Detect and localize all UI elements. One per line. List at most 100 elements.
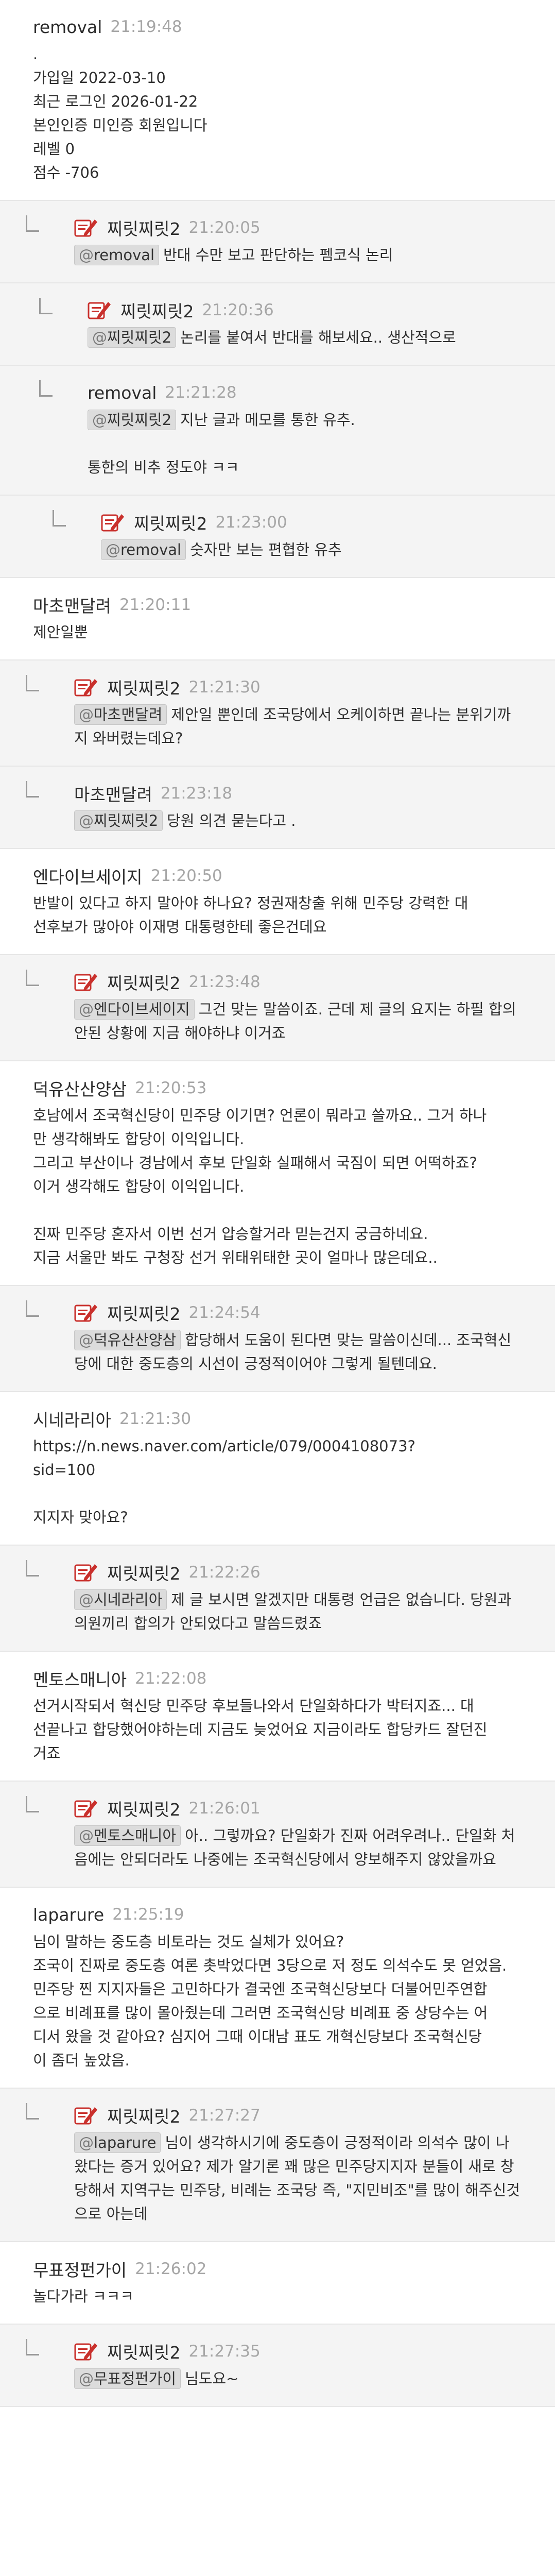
- comment-author[interactable]: removal: [88, 383, 157, 403]
- comment-line: 으로 비례표를 많이 몰아줬는데 그러면 조국혁신당 비례표 중 상당수는 어: [33, 2004, 488, 2022]
- mention-at-icon: @: [79, 246, 94, 264]
- comment-body: 님이 말하는 중도층 비토라는 것도 실체가 있어요? 조국이 진짜로 중도층 여…: [33, 1930, 534, 2072]
- author-badge-icon: [74, 679, 97, 697]
- mention-tag[interactable]: @덕유산산양삼: [74, 1330, 181, 1350]
- mention-tag[interactable]: @laparure: [74, 2132, 161, 2153]
- comment-line: 지지자 맞아요?: [33, 1509, 128, 1526]
- mention-tag[interactable]: @removal: [74, 245, 160, 265]
- comment-line: 지 와버렸는데요?: [74, 730, 183, 747]
- comment-author[interactable]: removal: [33, 17, 102, 37]
- comment-line: 본인인증 미인증 회원입니다: [33, 116, 207, 134]
- comment-body: @laparure 님이 생각하시기에 중도층이 긍정적이라 의석수 많이 나 왔다…: [74, 2131, 534, 2226]
- mention-at-icon: @: [79, 706, 94, 723]
- comment-item: 멘토스매니아 21:22:08 선거시작되서 혁신당 민주당 후보들나와서 단일화하…: [0, 1652, 555, 1782]
- comment-author[interactable]: 찌릿찌릿2: [107, 2339, 180, 2364]
- mention-at-icon: @: [79, 1591, 94, 1608]
- comment-body: @덕유산산양삼 합당해서 도움이 된다면 맞는 말씀이신데... 조국혁신 당에 대…: [74, 1328, 534, 1376]
- mention-name: 찌릿찌릿2: [107, 411, 172, 429]
- comment-line: 디서 왔을 것 같아요? 심지어 그때 이대남 표도 개혁신당보다 조국혁신당: [33, 2028, 482, 2045]
- comment-body: 제안일뿐: [33, 620, 534, 644]
- author-badge-icon: [74, 219, 97, 237]
- comment-header: 무표정펀가이 21:26:02: [33, 2258, 534, 2280]
- comment-item: 찌릿찌릿2 21:20:05 @removal 반대 수만 보고 판단하는 펨코식 논…: [0, 201, 555, 283]
- comment-header: 찌릿찌릿2 21:27:35: [74, 2340, 534, 2363]
- mention-tag[interactable]: @찌릿찌릿2: [88, 410, 177, 430]
- comment-header: 찌릿찌릿2 21:24:54: [74, 1301, 534, 1324]
- comment-header: 찌릿찌릿2 21:23:00: [101, 511, 534, 534]
- mention-name: 엔다이브세이지: [94, 1001, 190, 1018]
- comment-author[interactable]: 멘토스매니아: [33, 1666, 127, 1691]
- comment-line: 논리를 붙여서 반대를 해보세요.. 생산적으로: [180, 329, 456, 346]
- comment-line: 당에 대한 중도층의 시선이 긍정적이어야 그렇게 될텐데요.: [74, 1355, 437, 1372]
- comment-line: 지난 글과 메모를 통한 유추.: [180, 411, 355, 429]
- comment-line: 아.. 그렇까요? 단일화가 진짜 어려우려나.. 단일화 처: [185, 1827, 515, 1844]
- comment-body: @찌릿찌릿2 지난 글과 메모를 통한 유추. 통한의 비추 정도야 ㅋㅋ: [88, 408, 534, 479]
- comment-line: 선끝나고 합당했어야하는데 지금도 늦었어요 지금이라도 합당카드 잘던진: [33, 1721, 488, 1738]
- comment-item: 찌릿찌릿2 21:24:54 @덕유산산양삼 합당해서 도움이 된다면 맞는 말씀이신…: [0, 1286, 555, 1392]
- comment-body: @마초맨달려 제안일 뿐인데 조국당에서 오케이하면 끝나는 분위기까지 와버렸는…: [74, 703, 534, 750]
- comment-line: .: [33, 45, 38, 63]
- comment-header: 찌릿찌릿2 21:26:01: [74, 1797, 534, 1820]
- mention-at-icon: @: [79, 2370, 94, 2387]
- comment-line: 조국이 진짜로 중도층 여론 촛박었다면 3당으로 저 정도 의석수도 못 얻었…: [33, 1957, 507, 1974]
- comment-author[interactable]: 찌릿찌릿2: [120, 298, 194, 323]
- mention-name: 시네라리아: [94, 1591, 163, 1608]
- comment-header: 찌릿찌릿2 21:27:27: [74, 2104, 534, 2127]
- comment-line: 제 글 보시면 알겠지만 대통령 언급은 없습니다. 당원과: [171, 1591, 512, 1608]
- comment-author[interactable]: 덕유산산양삼: [33, 1076, 127, 1100]
- comment-item: laparure 21:25:19 님이 말하는 중도층 비토라는 것도 실체가 있…: [0, 1888, 555, 2089]
- comment-body: 반발이 있다고 하지 말아야 하나요? 정권재창출 위해 민주당 강력한 대 선후…: [33, 891, 534, 939]
- comment-author[interactable]: 찌릿찌릿2: [107, 970, 180, 994]
- comment-author[interactable]: 무표정펀가이: [33, 2257, 127, 2281]
- comment-item: 찌릿찌릿2 21:23:48 @엔다이브세이지 그건 맞는 말씀이죠. 근데 제 글의…: [0, 955, 555, 1061]
- comment-body: @무표정펀가이 님도요~: [74, 2367, 534, 2391]
- mention-name: 덕유산산양삼: [94, 1331, 177, 1349]
- comment-item: 엔다이브세이지 21:20:50 반발이 있다고 하지 말아야 하나요? 정권재창출…: [0, 849, 555, 955]
- comment-line: 민주당 찐 지지자들은 고민하다가 결국엔 조국혁신당보다 더불어민주연합: [33, 1980, 488, 1998]
- comment-author[interactable]: 찌릿찌릿2: [107, 1560, 180, 1585]
- comment-time: 21:27:27: [188, 2106, 261, 2125]
- comment-author[interactable]: 찌릿찌릿2: [107, 1300, 180, 1325]
- reply-arrow-icon: [26, 1796, 39, 1812]
- mention-tag[interactable]: @시네라리아: [74, 1589, 167, 1610]
- comment-line[interactable]: https://n.news.naver.com/article/079/000…: [33, 1437, 415, 1455]
- comment-author[interactable]: 찌릿찌릿2: [134, 510, 207, 535]
- reply-arrow-icon: [39, 298, 53, 314]
- comment-body: @시네라리아 제 글 보시면 알겠지만 대통령 언급은 없습니다. 당원과 의원끼리…: [74, 1588, 534, 1635]
- comment-header: 엔다이브세이지 21:20:50: [33, 865, 534, 887]
- comment-author[interactable]: 마초맨달려: [74, 781, 152, 806]
- comment-header: 찌릿찌릿2 21:23:48: [74, 971, 534, 993]
- comment-author[interactable]: 찌릿찌릿2: [107, 1796, 180, 1821]
- mention-tag[interactable]: @찌릿찌릿2: [88, 327, 177, 348]
- mention-tag[interactable]: @찌릿찌릿2: [74, 810, 163, 831]
- comment-line: 진짜 민주당 혼자서 이번 선거 압승할거라 믿는건지 궁금하네요.: [33, 1225, 428, 1243]
- comment-time: 21:26:02: [135, 2260, 207, 2278]
- comment-header: 시네라리아 21:21:30: [33, 1408, 534, 1430]
- comment-author[interactable]: 마초맨달려: [33, 592, 111, 617]
- comment-line: 레벨 0: [33, 140, 75, 158]
- mention-tag[interactable]: @removal: [101, 539, 186, 560]
- comment-line: 선거시작되서 혁신당 민주당 후보들나와서 단일화하다가 박터지죠... 대: [33, 1697, 474, 1715]
- comment-header: removal 21:19:48: [33, 15, 534, 38]
- comment-line: 음에는 안되더라도 나중에는 조국혁신당에서 양보해주지 않았을까요: [74, 1851, 496, 1868]
- comment-time: 21:23:00: [215, 513, 287, 532]
- comment-author[interactable]: 찌릿찌릿2: [107, 675, 180, 700]
- comment-item: 시네라리아 21:21:30 https://n.news.naver.com/ar…: [0, 1392, 555, 1546]
- comment-author[interactable]: 엔다이브세이지: [33, 863, 143, 888]
- comment-line: 제안일 뿐인데 조국당에서 오케이하면 끝나는 분위기까: [171, 706, 511, 723]
- comment-author[interactable]: 시네라리아: [33, 1406, 111, 1431]
- mention-tag[interactable]: @엔다이브세이지: [74, 999, 195, 1020]
- mention-tag[interactable]: @멘토스매니아: [74, 1825, 181, 1846]
- comment-body: @엔다이브세이지 그건 맞는 말씀이죠. 근데 제 글의 요지는 하필 합의 안된 …: [74, 997, 534, 1045]
- comment-header: 찌릿찌릿2 21:21:30: [74, 676, 534, 699]
- comment-author[interactable]: 찌릿찌릿2: [107, 2103, 180, 2128]
- mention-tag[interactable]: @무표정펀가이: [74, 2368, 181, 2389]
- comment-author[interactable]: laparure: [33, 1905, 104, 1925]
- mention-name: 찌릿찌릿2: [107, 329, 172, 346]
- comment-time: 21:20:53: [135, 1079, 207, 1097]
- comment-line[interactable]: sid=100: [33, 1461, 95, 1479]
- comment-author[interactable]: 찌릿찌릿2: [107, 215, 180, 240]
- mention-tag[interactable]: @마초맨달려: [74, 704, 167, 725]
- comment-line: 당해서 지역구는 민주당, 비례는 조국당 즉, "지민비조"를 많이 해주신것: [74, 2181, 520, 2199]
- comment-time: 21:26:01: [188, 1799, 261, 1818]
